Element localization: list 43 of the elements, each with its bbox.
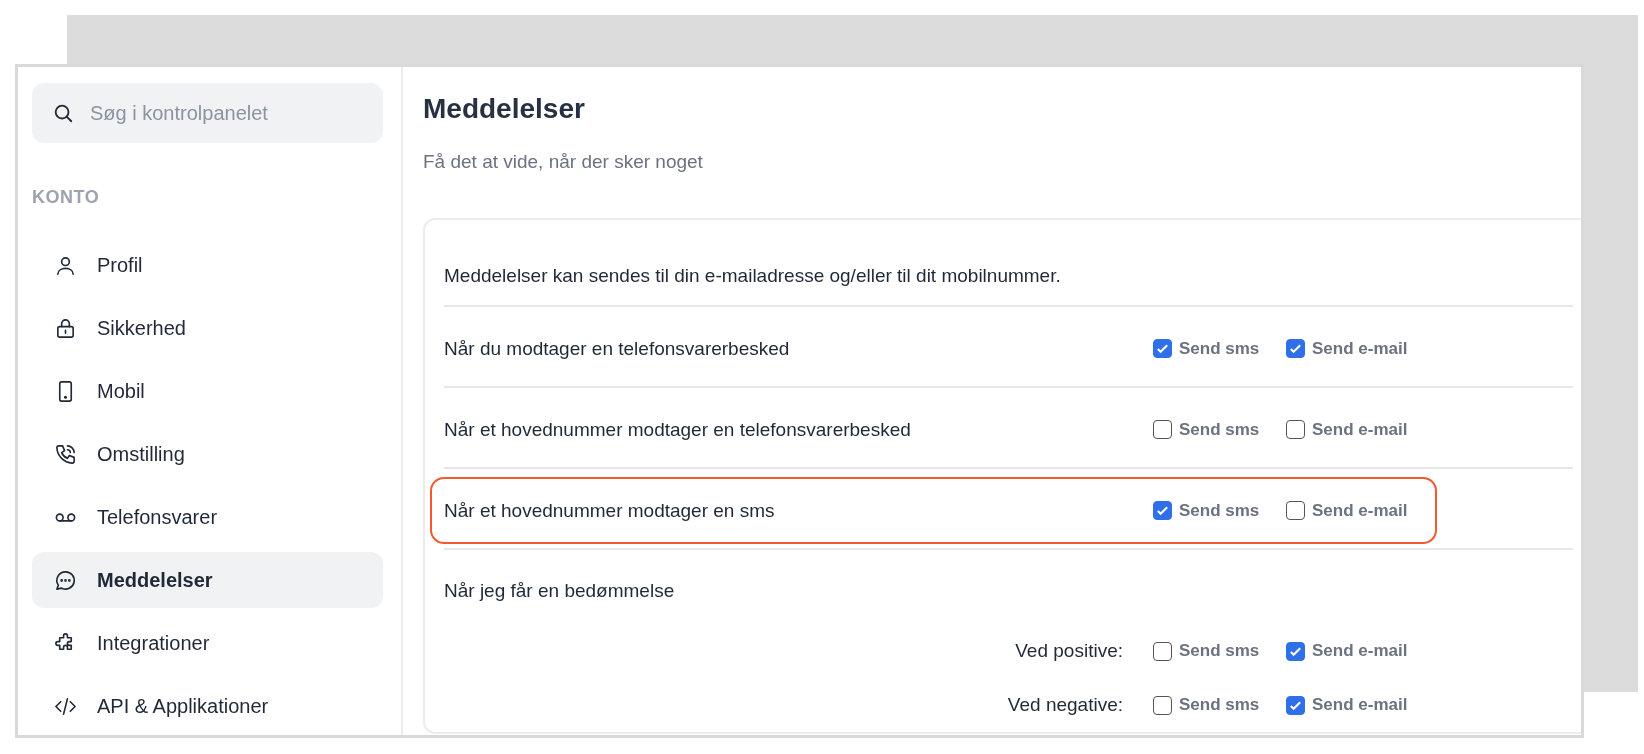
phone-call-icon — [54, 442, 77, 466]
sidebar-item[interactable]: Omstilling — [32, 426, 383, 482]
search-icon — [52, 102, 74, 124]
checkbox-option[interactable]: Send sms — [1153, 641, 1286, 661]
page-subtitle: Få det at vide, når der sker noget — [423, 151, 704, 173]
page-title: Meddelelser — [423, 93, 586, 125]
sidebar-item[interactable]: Telefonsvarer — [32, 489, 383, 545]
checkbox[interactable] — [1286, 695, 1305, 715]
checkbox-option[interactable]: Send sms — [1153, 500, 1286, 521]
checkbox-option[interactable]: Send e-mail — [1286, 695, 1486, 715]
rule-label: Når jeg får en bedømmelse — [444, 580, 676, 602]
checkbox-option[interactable]: Send e-mail — [1286, 419, 1486, 440]
checkbox-option[interactable]: Send e-mail — [1286, 500, 1486, 521]
rule-label: Ved positive: — [1014, 640, 1124, 662]
checkbox[interactable] — [1153, 420, 1172, 439]
chat-bubble-icon — [54, 568, 77, 592]
checkbox[interactable] — [1286, 501, 1305, 520]
checkbox-option[interactable]: Send sms — [1153, 419, 1286, 440]
sidebar-item[interactable]: Integrationer — [32, 615, 383, 671]
checkbox[interactable] — [1286, 420, 1305, 439]
rule-label: Når et hovednummer modtager en telefonsvarerbesked — [444, 418, 912, 441]
sidebar-item[interactable]: Sikkerhed — [32, 300, 383, 356]
rule-label: Når du modtager en telefonsvarerbesked — [444, 337, 791, 360]
sidebar-item[interactable]: Profil — [32, 237, 383, 293]
checkbox-option[interactable]: Send sms — [1153, 695, 1286, 715]
sidebar-item[interactable]: Meddelelser — [32, 552, 383, 608]
sidebar-item[interactable]: Mobil — [32, 363, 383, 419]
checkbox[interactable] — [1153, 695, 1172, 715]
checkbox[interactable] — [1286, 641, 1305, 661]
rule-label: Ved negative: — [1006, 694, 1124, 716]
search-field[interactable]: Søg i kontrolpanelet — [32, 83, 383, 143]
checkbox-option[interactable]: Send e-mail — [1286, 641, 1486, 661]
checkbox[interactable] — [1153, 339, 1172, 358]
section-heading: KONTO — [32, 187, 101, 208]
checkbox[interactable] — [1286, 339, 1305, 358]
lock-icon — [54, 316, 77, 340]
checkbox-option[interactable]: Send sms — [1153, 338, 1286, 359]
checkbox[interactable] — [1153, 641, 1172, 661]
checkbox[interactable] — [1153, 501, 1172, 520]
sidebar-item[interactable]: API & Applikationer — [32, 678, 383, 734]
intro-text: Meddelelser kan sendes til din e-mailadresse og/eller til dit mobilnummer. — [444, 264, 1062, 288]
rule-label: Når et hovednummer modtager en sms — [444, 499, 776, 522]
checkbox-option[interactable]: Send e-mail — [1286, 338, 1486, 359]
